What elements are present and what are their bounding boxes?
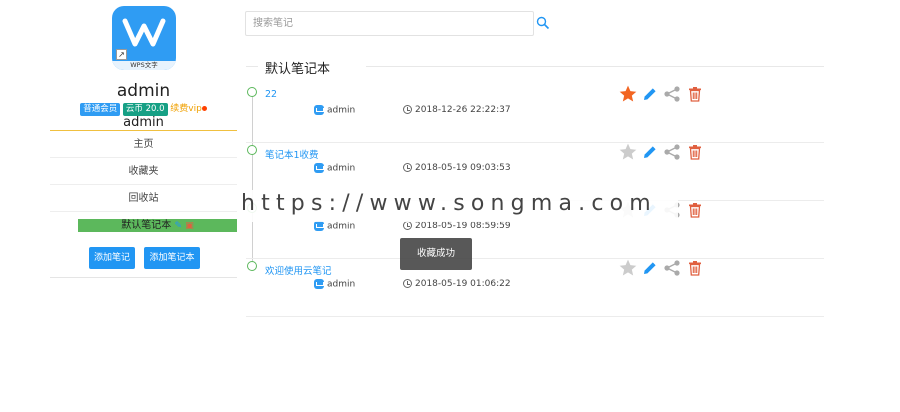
app-caption: WPS文字 — [112, 61, 176, 70]
note-item[interactable]: 欢迎使用云笔记 admin 2018-05-19 01:06:22 — [246, 259, 824, 317]
notification-dot — [201, 106, 207, 111]
user-icon — [314, 221, 324, 231]
wps-logo-icon — [122, 18, 166, 47]
timestamp: 2018-05-19 09:03:53 — [415, 163, 511, 173]
clock-icon — [403, 221, 412, 230]
delete-notebook-icon[interactable]: ▣ — [185, 221, 194, 231]
search-icon[interactable] — [536, 16, 550, 30]
note-time: 2018-05-19 09:03:53 — [403, 163, 511, 173]
notebook-label: 默认笔记本 — [121, 220, 172, 231]
user-icon — [314, 105, 324, 115]
edit-notebook-icon[interactable]: ✎ — [174, 221, 182, 231]
edit-icon[interactable] — [642, 260, 658, 276]
note-author: admin — [314, 279, 355, 290]
share-icon[interactable] — [663, 259, 681, 277]
username-secondary: admin — [123, 115, 164, 130]
share-icon[interactable] — [663, 85, 681, 103]
nav-recycle-bin[interactable]: 回收站 — [50, 185, 237, 212]
note-title[interactable]: 22 — [265, 89, 277, 100]
trash-icon[interactable] — [687, 260, 703, 276]
notebook-title: 默认笔记本 — [265, 62, 331, 77]
clock-icon — [403, 163, 412, 172]
note-author: admin — [314, 221, 355, 232]
author-name: admin — [327, 279, 356, 290]
author-name: admin — [327, 105, 356, 116]
edit-icon[interactable] — [642, 86, 658, 102]
star-icon[interactable] — [618, 142, 638, 162]
badges: 普通会员 云币 20.0 续费vip — [50, 101, 237, 116]
note-time: 2018-05-19 01:06:22 — [403, 279, 511, 289]
nav-favorites[interactable]: 收藏夹 — [50, 158, 237, 185]
notebook-item-selected[interactable]: 默认笔记本 ✎ ▣ — [78, 219, 237, 232]
nav-home[interactable]: 主页 — [50, 131, 237, 158]
add-notebook-button[interactable]: 添加笔记本 — [144, 247, 200, 269]
author-name: admin — [327, 163, 356, 174]
trash-icon[interactable] — [687, 202, 703, 218]
note-actions — [618, 258, 708, 280]
timeline-dot — [247, 87, 257, 97]
search-input[interactable] — [245, 11, 534, 36]
timeline-dot — [247, 145, 257, 155]
shortcut-arrow-icon: ↗ — [116, 49, 127, 60]
timestamp: 2018-05-19 01:06:22 — [415, 279, 511, 289]
note-time: 2018-12-26 22:22:37 — [403, 105, 511, 115]
note-time: 2018-05-19 08:59:59 — [403, 221, 511, 231]
avatar[interactable]: ↗ WPS文字 — [112, 6, 176, 70]
toast-message: 收藏成功 — [400, 238, 472, 270]
note-actions — [618, 142, 708, 164]
watermark: https://www.songma.com — [241, 191, 657, 216]
username: admin — [116, 81, 171, 101]
user-icon — [314, 163, 324, 173]
trash-icon[interactable] — [687, 144, 703, 160]
clock-icon — [403, 279, 412, 288]
star-icon[interactable] — [618, 258, 638, 278]
divider — [50, 277, 237, 278]
timestamp: 2018-05-19 08:59:59 — [415, 221, 511, 231]
note-author: admin — [314, 105, 355, 116]
timeline-dot — [247, 261, 257, 271]
author-name: admin — [327, 221, 356, 232]
app-root: ↗ WPS文字 admin 普通会员 云币 20.0 续费vip admin 主… — [0, 0, 900, 412]
user-icon — [314, 279, 324, 289]
share-icon[interactable] — [663, 143, 681, 161]
trash-icon[interactable] — [687, 86, 703, 102]
edit-icon[interactable] — [642, 144, 658, 160]
note-title[interactable]: 笔记本1收费 — [265, 147, 319, 161]
note-title[interactable]: 欢迎使用云笔记 — [265, 263, 332, 277]
star-icon[interactable] — [618, 84, 638, 104]
add-note-button[interactable]: 添加笔记 — [89, 247, 135, 269]
note-item[interactable]: 22 admin 2018-12-26 22:22:37 — [246, 85, 824, 143]
note-actions — [618, 84, 708, 106]
timestamp: 2018-12-26 22:22:37 — [415, 105, 511, 115]
clock-icon — [403, 105, 412, 114]
renew-vip-link[interactable]: 续费vip — [170, 104, 202, 114]
note-author: admin — [314, 163, 355, 174]
